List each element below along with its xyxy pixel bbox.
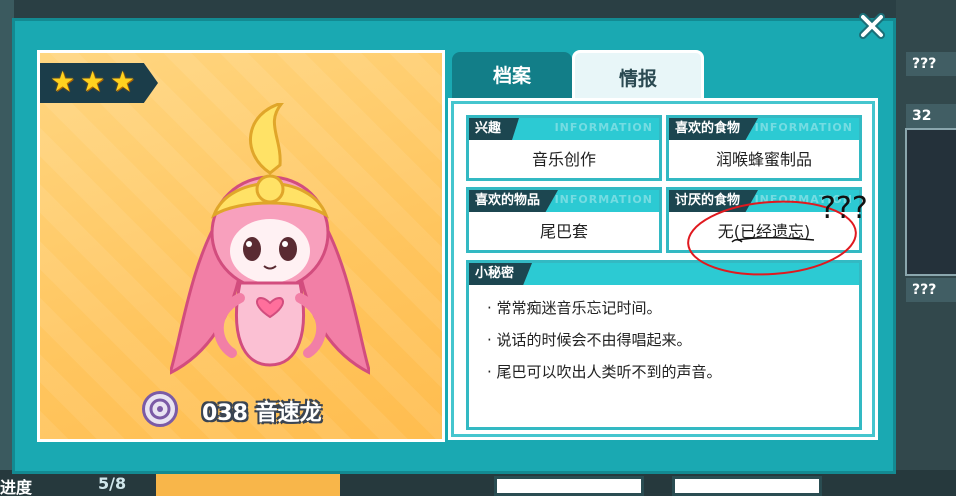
hobby-label: 兴趣 [469, 118, 520, 140]
disliked-food-box: 讨厌的食物 INFORMATION 无(已经遗忘) [666, 187, 862, 253]
secret-line: · 说话的时候会不由得唱起来。 [487, 331, 692, 349]
close-button[interactable] [854, 8, 890, 44]
favorite-food-box: 喜欢的食物 INFORMATION 润喉蜂蜜制品 [666, 115, 862, 181]
disliked-food-value: 无(已经遗忘) [717, 222, 811, 241]
secret-label: 小秘密 [469, 263, 533, 285]
character-name: 038 音速龙 [202, 401, 322, 426]
disliked-food-label: 讨厌的食物 [669, 190, 759, 212]
progress-label: 进度 [0, 478, 33, 496]
watermark: INFORMATION [554, 121, 653, 134]
star-icon: ★ [110, 65, 136, 98]
star-icon: ★ [80, 65, 106, 98]
hobby-value: 音乐创作 [531, 150, 596, 169]
favorite-item-label: 喜欢的物品 [469, 190, 559, 212]
right-card-label: ??? [906, 278, 956, 302]
watermark: INFORMATION [754, 121, 853, 134]
progress-bar [156, 474, 340, 496]
progress-count: 5/8 [98, 474, 127, 493]
favorite-item-box: 喜欢的物品 INFORMATION 尾巴套 [466, 187, 662, 253]
attribute-icon [142, 391, 178, 427]
tab-archive[interactable]: 档案 [452, 52, 572, 100]
right-card[interactable] [905, 128, 956, 276]
favorite-food-value: 润喉蜂蜜制品 [715, 150, 812, 169]
secret-line: · 常常痴迷音乐忘记时间。 [487, 299, 662, 317]
favorite-food-label: 喜欢的食物 [669, 118, 759, 140]
secret-box: 小秘密 · 常常痴迷音乐忘记时间。 · 说话的时候会不由得唱起来。 · 尾巴可以… [466, 260, 862, 430]
hobby-box: 兴趣 INFORMATION 音乐创作 [466, 115, 662, 181]
favorite-item-value: 尾巴套 [539, 222, 588, 241]
bottom-card[interactable] [494, 476, 644, 496]
right-card-label: 32 [906, 104, 956, 128]
watermark: INFORMATION [754, 193, 853, 206]
character-portrait-panel: ★ ★ ★ 038 音速龙 [37, 50, 445, 442]
secret-line: · 尾巴可以吹出人类听不到的声音。 [487, 363, 722, 381]
close-icon [859, 13, 885, 39]
watermark: INFORMATION [554, 193, 653, 206]
right-card-label: ??? [906, 52, 956, 76]
tab-intel[interactable]: 情报 [572, 50, 704, 102]
character-illustration [170, 103, 370, 375]
bottom-card[interactable] [672, 476, 822, 496]
star-icon: ★ [50, 65, 76, 98]
